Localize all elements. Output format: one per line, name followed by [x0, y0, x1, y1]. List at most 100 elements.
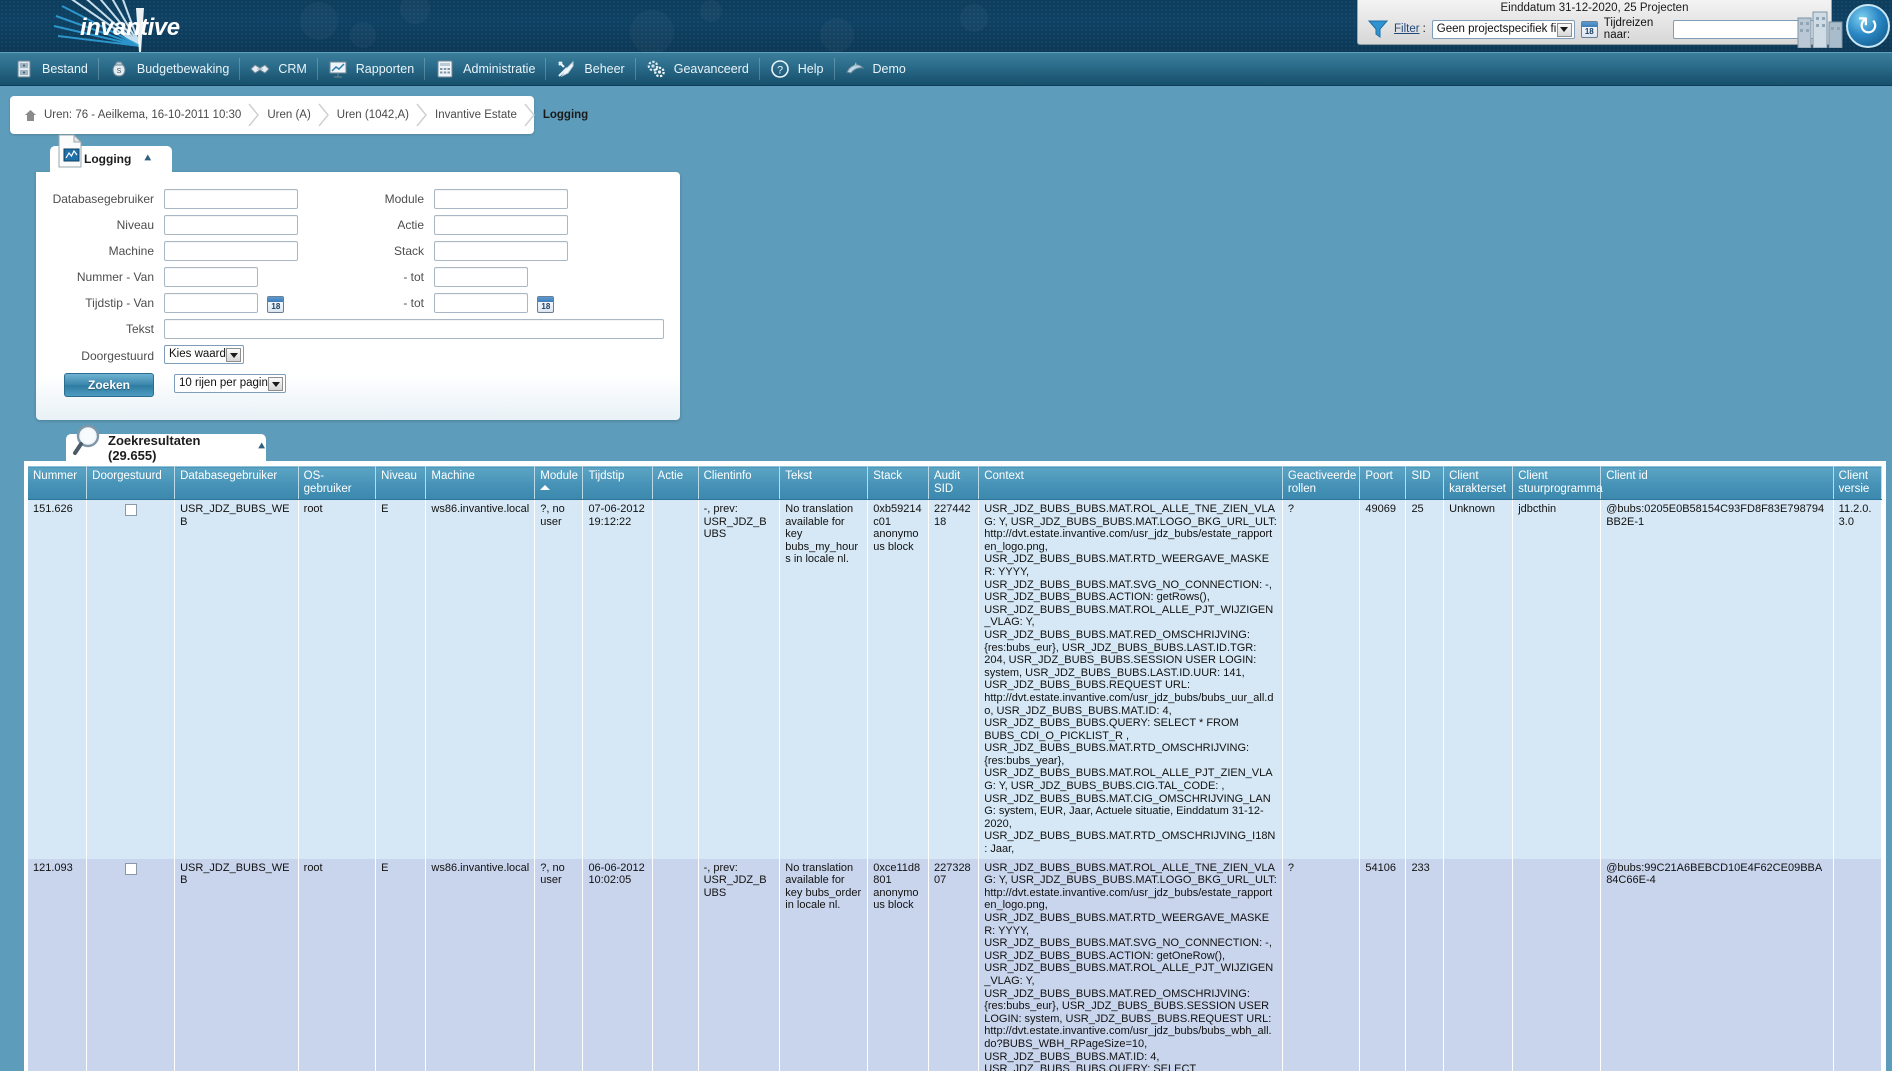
funnel-icon[interactable] — [1368, 19, 1388, 39]
logo[interactable]: invantive — [18, 0, 288, 52]
project-filter-value: Geen projectspecifiek filter — [1436, 22, 1573, 35]
label-doorgestuurd: Doorgestuurd — [81, 349, 154, 363]
doorgestuurd-dropdown[interactable]: Kies waarde — [164, 345, 244, 364]
breadcrumb-item-4: Logging — [542, 109, 589, 121]
column-header-audit-sid[interactable]: Audit SID — [928, 466, 980, 500]
menu-item-crm[interactable]: CRM — [240, 52, 316, 86]
chevron-down-icon[interactable] — [268, 377, 283, 391]
column-header-niveau[interactable]: Niveau — [375, 466, 427, 500]
stack-input[interactable] — [434, 241, 568, 261]
menu-item-rapporten[interactable]: Rapporten — [318, 52, 424, 86]
cell-stack: 0xb59214c01 anonymous block — [867, 499, 929, 859]
table-row[interactable]: 121.093 USR_JDZ_BUBS_WEB root E ws86.inv… — [28, 858, 1883, 1071]
refresh-button[interactable]: ↻ — [1846, 4, 1890, 48]
cell-doorgestuurd[interactable] — [86, 858, 176, 1071]
menu-item-beheer[interactable]: Beheer — [546, 52, 634, 86]
collapse-panel-icon[interactable]: ⯅ — [143, 153, 152, 166]
column-header-doorgestuurd[interactable]: Doorgestuurd — [86, 466, 176, 500]
refresh-icon: ↻ — [1857, 11, 1879, 41]
cell-client-versie: 11.2.0.3.0 — [1833, 499, 1883, 859]
page-size-value: 10 rijen per pagina — [179, 377, 275, 389]
cell-client-karakterset: Unknown — [1443, 499, 1514, 859]
chevron-down-icon[interactable] — [226, 348, 241, 362]
databasegebruiker-input[interactable] — [164, 189, 298, 209]
menu-item-administratie[interactable]: Administratie — [425, 52, 545, 86]
menu-item-demo[interactable]: Demo — [835, 52, 916, 86]
tijdstip-tot-calendar-icon[interactable]: 18 — [537, 295, 555, 313]
menu-label: Geavanceerd — [673, 62, 749, 76]
menu-label: Help — [797, 62, 824, 76]
breadcrumb-item-1[interactable]: Uren (A) — [267, 109, 310, 121]
cell-os-gebruiker: root — [298, 858, 377, 1071]
handshake-icon — [250, 64, 271, 74]
home-icon[interactable] — [24, 109, 37, 122]
doorgestuurd-checkbox[interactable] — [124, 862, 137, 875]
dolphin-icon — [845, 62, 864, 74]
column-header-client-id[interactable]: Client id — [1600, 466, 1834, 500]
cell-poort: 54106 — [1359, 858, 1407, 1071]
column-header-tijdstip[interactable]: Tijdstip — [582, 466, 653, 500]
tekst-input[interactable] — [164, 319, 664, 339]
nummer-van-input[interactable] — [164, 267, 258, 287]
actie-input[interactable] — [434, 215, 568, 235]
menu-item-help[interactable]: ? Help — [760, 52, 834, 86]
niveau-input[interactable] — [164, 215, 298, 235]
label-stack: Stack — [393, 244, 424, 258]
breadcrumb-item-3[interactable]: Invantive Estate — [435, 109, 517, 121]
column-header-os-gebruiker[interactable]: OS-gebruiker — [298, 466, 377, 500]
module-input[interactable] — [434, 189, 568, 209]
column-header-poort[interactable]: Poort — [1359, 466, 1407, 500]
table-row[interactable]: 151.626 USR_JDZ_BUBS_WEB root E ws86.inv… — [28, 499, 1883, 859]
column-header-sid[interactable]: SID — [1405, 466, 1445, 500]
cell-context: USR_JDZ_BUBS_BUBS.MAT.ROL_ALLE_TNE_ZIEN_… — [978, 858, 1283, 1071]
column-label: Module — [540, 470, 578, 482]
filter-link[interactable]: Filter — [1394, 23, 1420, 35]
column-header-actie[interactable]: Actie — [652, 466, 699, 500]
column-label: Clientinfo — [703, 470, 752, 482]
cell-actie — [652, 858, 699, 1071]
page-size-dropdown[interactable]: 10 rijen per pagina — [174, 374, 286, 393]
column-header-geactiveerde-rollen[interactable]: Geactiveerde rollen — [1282, 466, 1361, 500]
sort-ascending-icon — [540, 485, 551, 490]
label-module: Module — [384, 192, 424, 206]
machine-input[interactable] — [164, 241, 298, 261]
column-header-databasegebruiker[interactable]: Databasegebruiker — [174, 466, 299, 500]
breadcrumb-item-0[interactable]: Uren: 76 - Aeilkema, 16-10-2011 10:30 — [44, 109, 241, 121]
nummer-tot-input[interactable] — [434, 267, 528, 287]
breadcrumb: Uren: 76 - Aeilkema, 16-10-2011 10:30 Ur… — [10, 96, 588, 134]
cell-client-stuurprogramma — [1512, 858, 1602, 1071]
menu-label: Administratie — [463, 62, 536, 76]
collapse-results-icon[interactable]: ⯅ — [257, 441, 266, 454]
menu-item-bestand[interactable]: Bestand — [4, 52, 98, 86]
column-header-context[interactable]: Context — [978, 466, 1283, 500]
column-header-machine[interactable]: Machine — [425, 466, 536, 500]
cell-nummer: 151.626 — [28, 499, 88, 859]
column-label: OS-gebruiker — [303, 470, 352, 495]
results-table: Nummer Doorgestuurd Databasegebruiker OS… — [28, 466, 1883, 1071]
breadcrumb-item-2[interactable]: Uren (1042,A) — [337, 109, 409, 121]
logging-panel-tab[interactable]: Logging ⯅ — [50, 134, 172, 172]
tijdstip-van-calendar-icon[interactable]: 18 — [267, 295, 285, 313]
cell-doorgestuurd[interactable] — [86, 499, 176, 859]
calendar-icon[interactable]: 18 — [1580, 20, 1598, 38]
results-panel-tab[interactable]: Zoekresultaten (29.655) ⯅ — [66, 424, 266, 463]
breadcrumb-separator — [415, 103, 429, 127]
chevron-down-icon[interactable] — [1556, 22, 1572, 37]
tijdstip-van-input[interactable] — [164, 293, 258, 313]
column-header-module[interactable]: Module — [534, 466, 584, 500]
column-header-stack[interactable]: Stack — [867, 466, 929, 500]
tijdstip-tot-input[interactable] — [434, 293, 528, 313]
column-header-tekst[interactable]: Tekst — [779, 466, 869, 500]
menu-item-geavanceerd[interactable]: Geavanceerd — [636, 52, 759, 86]
menu-item-budgetbewaking[interactable]: S Budgetbewaking — [99, 52, 239, 86]
cell-os-gebruiker: root — [298, 499, 377, 859]
column-header-client-stuurprogramma[interactable]: Client stuurprogramma — [1512, 466, 1603, 500]
doorgestuurd-checkbox[interactable] — [124, 504, 137, 516]
project-filter-dropdown[interactable]: Geen projectspecifiek filter — [1431, 19, 1575, 39]
column-header-client-karakterset[interactable]: Client karakterset — [1443, 466, 1514, 500]
column-header-client-versie[interactable]: Client versie — [1833, 466, 1883, 500]
column-header-clientinfo[interactable]: Clientinfo — [698, 466, 781, 500]
search-button[interactable]: Zoeken — [64, 373, 154, 397]
label-tijdstip-van: Tijdstip - Van — [85, 296, 154, 310]
column-header-nummer[interactable]: Nummer — [28, 466, 88, 500]
